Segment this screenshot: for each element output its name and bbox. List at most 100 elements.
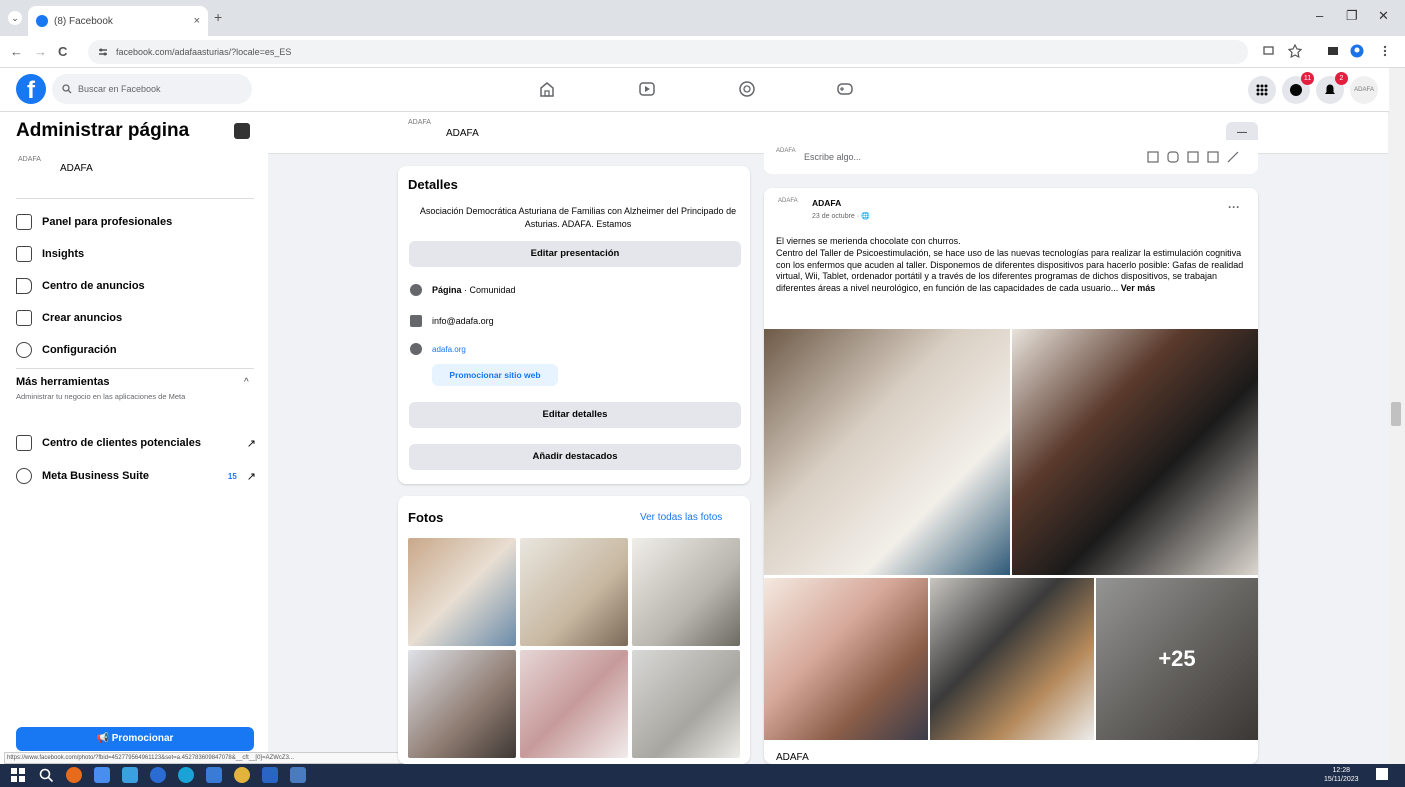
gaming-icon[interactable] bbox=[836, 80, 854, 98]
search-placeholder: Buscar en Facebook bbox=[78, 84, 161, 94]
add-featured-button[interactable]: Añadir destacados bbox=[409, 444, 741, 470]
photo-thumbnail[interactable] bbox=[520, 538, 628, 646]
messenger-button[interactable]: 11 bbox=[1282, 72, 1314, 104]
more-tools-heading[interactable]: Más herramientas bbox=[16, 376, 110, 388]
sidebar-item-ad-center[interactable]: Centro de anuncios bbox=[16, 274, 145, 298]
sidebar-toggle-icon[interactable] bbox=[1326, 44, 1340, 58]
photo-thumbnail[interactable] bbox=[632, 538, 740, 646]
email-icon bbox=[410, 315, 422, 327]
address-bar[interactable]: facebook.com/adafaasturias/?locale=es_ES bbox=[88, 40, 1248, 64]
new-tab-button[interactable]: + bbox=[214, 9, 222, 25]
email-row: info@adafa.org bbox=[410, 315, 494, 327]
internet-explorer-icon[interactable] bbox=[150, 767, 166, 783]
page-header-name[interactable]: ADAFA bbox=[446, 128, 479, 139]
page-avatar[interactable]: ADAFA bbox=[18, 155, 44, 181]
details-description: Asociación Democrática Asturiana de Fami… bbox=[419, 206, 737, 229]
tab-title: (8) Facebook bbox=[54, 15, 113, 27]
bookmark-star-icon[interactable] bbox=[1288, 44, 1302, 58]
messenger-badge: 11 bbox=[1301, 72, 1314, 85]
taskbar-app-icon[interactable] bbox=[94, 767, 110, 783]
firefox-icon[interactable] bbox=[66, 767, 82, 783]
post-photo[interactable] bbox=[1012, 329, 1258, 575]
edge-icon[interactable] bbox=[178, 767, 194, 783]
watch-video-icon[interactable] bbox=[638, 80, 656, 98]
windows-start-icon[interactable] bbox=[10, 767, 26, 783]
sidebar-item-meta-business-suite[interactable]: Meta Business Suite 15 ↗ bbox=[16, 464, 256, 488]
sidebar-divider bbox=[16, 368, 254, 369]
page-header-avatar[interactable]: ADAFA bbox=[408, 118, 434, 146]
promote-button[interactable]: 📢 Promocionar bbox=[16, 727, 254, 751]
store-icon[interactable] bbox=[206, 767, 222, 783]
chevron-up-icon[interactable]: ^ bbox=[244, 377, 249, 388]
window-close-button[interactable]: ✕ bbox=[1378, 8, 1389, 24]
website-link[interactable]: adafa.org bbox=[432, 345, 466, 354]
sidebar-item-label: Centro de clientes potenciales bbox=[42, 437, 201, 449]
edit-details-button[interactable]: Editar detalles bbox=[409, 402, 741, 428]
sidebar-page-name[interactable]: ADAFA bbox=[60, 163, 93, 174]
post-photo[interactable] bbox=[764, 578, 928, 740]
tab-close-icon[interactable]: × bbox=[194, 15, 200, 27]
menu-grid-button[interactable] bbox=[1248, 76, 1276, 104]
account-avatar[interactable]: ADAFA bbox=[1350, 76, 1378, 104]
external-link-icon: ↗ bbox=[246, 437, 256, 450]
see-all-photos-link[interactable]: Ver todas las fotos bbox=[640, 512, 722, 523]
home-icon[interactable] bbox=[538, 80, 556, 98]
meta-logo-icon bbox=[16, 468, 32, 484]
search-icon[interactable] bbox=[38, 767, 54, 783]
panel-toggle-icon[interactable] bbox=[234, 123, 250, 139]
taskbar-app-icon[interactable] bbox=[290, 767, 306, 783]
file-explorer-icon[interactable] bbox=[122, 767, 138, 783]
email-value[interactable]: info@adafa.org bbox=[432, 316, 494, 326]
forward-button[interactable]: → bbox=[34, 44, 47, 59]
insights-icon bbox=[16, 246, 32, 262]
scrollbar-thumb[interactable] bbox=[1391, 402, 1401, 426]
sidebar-item-settings[interactable]: Configuración bbox=[16, 338, 117, 362]
profile-avatar-icon[interactable] bbox=[1350, 44, 1364, 58]
photo-thumbnail[interactable] bbox=[520, 650, 628, 758]
photo-thumbnail[interactable] bbox=[408, 538, 516, 646]
post-footer-page-name: ADAFA bbox=[776, 752, 809, 763]
taskbar-clock[interactable]: 12:28 15/11/2023 bbox=[1324, 766, 1359, 784]
facebook-search-input[interactable]: Buscar en Facebook bbox=[52, 74, 252, 104]
see-more-link[interactable]: Ver más bbox=[1118, 283, 1156, 293]
reload-button[interactable]: C bbox=[58, 44, 67, 59]
sidebar-item-professional-dashboard[interactable]: Panel para profesionales bbox=[16, 210, 172, 234]
chrome-icon[interactable] bbox=[234, 767, 250, 783]
post-photo[interactable] bbox=[930, 578, 1094, 740]
word-icon[interactable] bbox=[262, 767, 278, 783]
photo-thumbnail[interactable] bbox=[408, 650, 516, 758]
promote-website-button[interactable]: Promocionar sitio web bbox=[432, 364, 558, 386]
back-button[interactable]: ← bbox=[10, 44, 23, 59]
search-icon bbox=[62, 84, 72, 94]
sidebar-item-create-ads[interactable]: Crear anuncios bbox=[16, 306, 122, 330]
website-row: adafa.org bbox=[410, 343, 466, 355]
edit-presentation-button[interactable]: Editar presentación bbox=[409, 241, 741, 267]
sidebar-divider bbox=[16, 198, 254, 199]
browser-menu-icon[interactable] bbox=[1378, 44, 1392, 58]
tab-search-button[interactable]: ⌄ bbox=[8, 11, 22, 25]
browser-tab[interactable]: (8) Facebook × bbox=[28, 6, 208, 36]
more-photos-overlay[interactable]: +25 bbox=[1096, 578, 1258, 740]
translate-icon[interactable] bbox=[1262, 44, 1276, 58]
facebook-logo[interactable]: f bbox=[16, 74, 46, 104]
site-info-icon[interactable] bbox=[98, 47, 108, 57]
window-minimize-button[interactable]: – bbox=[1316, 8, 1323, 23]
leads-icon bbox=[16, 435, 32, 451]
composer-placeholder[interactable]: Escribe algo... bbox=[804, 152, 861, 162]
post-options-button[interactable]: ··· bbox=[1228, 200, 1240, 214]
window-restore-button[interactable]: ❐ bbox=[1346, 8, 1358, 24]
sidebar-item-leads-center[interactable]: Centro de clientes potenciales ↗ bbox=[16, 431, 256, 455]
marketplace-icon[interactable] bbox=[738, 80, 756, 98]
sidebar-item-insights[interactable]: Insights bbox=[16, 242, 84, 266]
post-date[interactable]: 23 de octubre · 🌐 bbox=[812, 212, 870, 220]
composer-action-icons[interactable] bbox=[1146, 150, 1242, 164]
post-author-avatar[interactable]: ADAFA bbox=[778, 197, 802, 221]
notifications-button[interactable]: 2 bbox=[1316, 72, 1348, 104]
post-photo[interactable] bbox=[764, 329, 1010, 575]
post-text-first-line: El viernes se merienda chocolate con chu… bbox=[776, 236, 961, 246]
sidebar-item-label: Meta Business Suite bbox=[42, 470, 149, 482]
photo-thumbnail[interactable] bbox=[632, 650, 740, 758]
notification-center-icon[interactable] bbox=[1376, 768, 1388, 780]
post-author-name[interactable]: ADAFA bbox=[812, 198, 841, 208]
notification-count: 15 bbox=[227, 471, 237, 481]
